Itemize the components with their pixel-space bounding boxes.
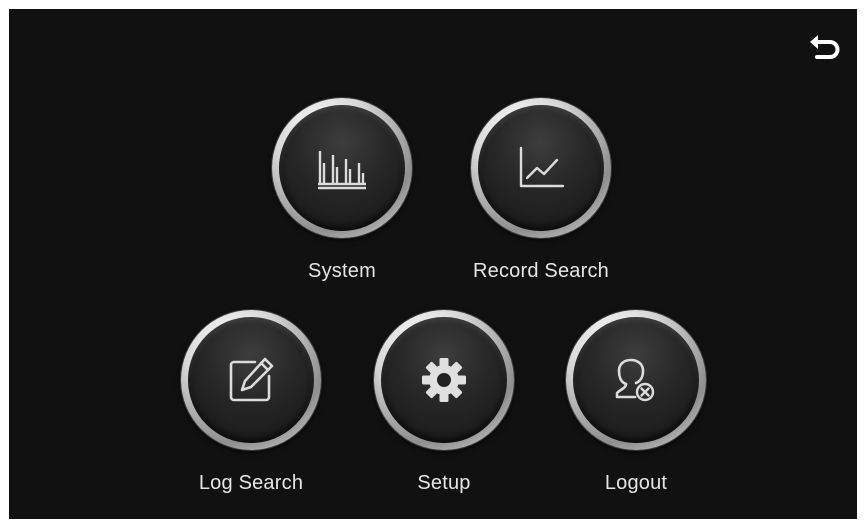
logout-label: Logout — [604, 472, 668, 494]
bar-chart-icon — [318, 151, 366, 190]
logout-button[interactable]: Logout — [556, 310, 716, 510]
setup-button-disc — [381, 317, 507, 443]
setup-label: Setup — [417, 472, 471, 494]
log-search-button-ring — [181, 310, 321, 450]
back-button[interactable] — [807, 31, 843, 65]
record-search-label: Record Search — [473, 260, 609, 282]
system-label: System — [308, 260, 376, 282]
log-search-button-disc — [188, 317, 314, 443]
line-chart-icon — [519, 146, 565, 188]
system-button[interactable]: System — [262, 98, 422, 298]
back-arrow-icon — [810, 35, 840, 59]
main-menu-screen: System Record Search Log Search Setup Lo… — [9, 9, 857, 519]
gear-icon — [422, 358, 466, 402]
log-search-label: Log Search — [198, 472, 304, 494]
system-button-ring — [272, 98, 412, 238]
setup-button[interactable]: Setup — [364, 310, 524, 510]
user-remove-icon — [615, 358, 655, 402]
record-search-button-disc — [478, 105, 604, 231]
logout-button-ring — [566, 310, 706, 450]
record-search-button-ring — [471, 98, 611, 238]
record-search-button[interactable]: Record Search — [461, 98, 621, 298]
setup-button-ring — [374, 310, 514, 450]
edit-icon — [229, 357, 274, 402]
log-search-button[interactable]: Log Search — [171, 310, 331, 510]
system-button-disc — [279, 105, 405, 231]
logout-button-disc — [573, 317, 699, 443]
